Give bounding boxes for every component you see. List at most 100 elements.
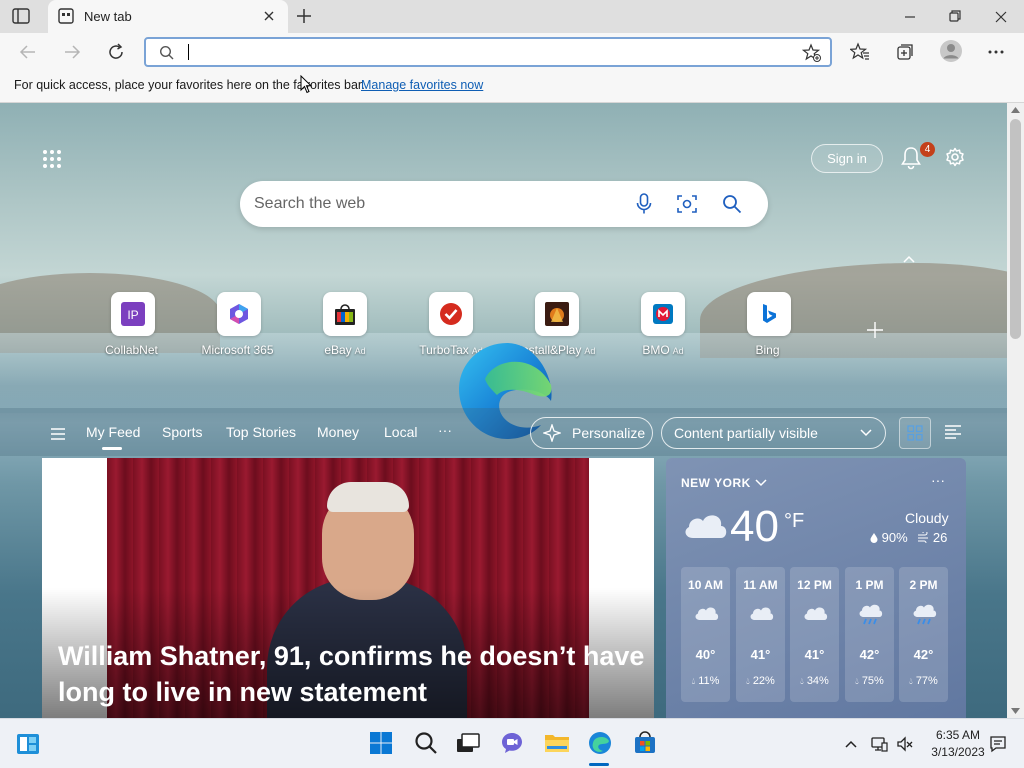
ad-label: Ad xyxy=(584,346,596,356)
bmo-icon xyxy=(653,304,673,324)
collabnet-tile: IP xyxy=(111,292,155,336)
widgets-icon[interactable] xyxy=(16,733,40,755)
personalize-button[interactable]: Personalize xyxy=(530,417,653,449)
hero-headline[interactable]: William Shatner, 91, confirms he doesn’t… xyxy=(58,638,648,710)
close-tab-icon[interactable] xyxy=(263,10,275,22)
taskbar-search-icon[interactable] xyxy=(414,731,438,755)
restore-icon[interactable] xyxy=(945,8,965,26)
visual-search-icon[interactable] xyxy=(677,194,697,214)
search-submit-icon[interactable] xyxy=(722,194,742,214)
start-windows-icon[interactable] xyxy=(369,731,393,755)
forecast-temp: 42° xyxy=(859,647,880,662)
settings-more-icon[interactable] xyxy=(986,42,1006,62)
forecast-precip: 💧︎ 75% xyxy=(845,675,894,687)
back-icon[interactable] xyxy=(18,42,38,62)
hourly-forecast-item[interactable]: 11 AM 41° 💧︎ 22% xyxy=(736,567,785,702)
humidity-value: 90% xyxy=(881,530,908,545)
svg-text:IP: IP xyxy=(127,308,138,322)
manage-favorites-link[interactable]: Manage favorites now xyxy=(361,78,483,92)
notification-center-icon[interactable] xyxy=(989,735,1007,753)
more-tabs-icon[interactable]: ··· xyxy=(438,422,452,438)
weather-unit[interactable]: °F xyxy=(784,510,804,533)
weather-details: 90% 26 xyxy=(870,530,947,545)
page-scrollbar[interactable] xyxy=(1007,103,1024,718)
forecast-precip: 💧︎ 11% xyxy=(681,675,730,687)
forecast-time: 10 AM xyxy=(688,578,723,592)
task-view-icon[interactable] xyxy=(455,731,481,755)
cloud-icon xyxy=(748,604,774,622)
minimize-icon[interactable] xyxy=(900,8,920,26)
hero-news-card[interactable]: William Shatner, 91, confirms he doesn’t… xyxy=(42,458,654,718)
grid-layout-button[interactable] xyxy=(899,417,931,449)
forecast-temp: 42° xyxy=(913,647,934,662)
microsoft-store-icon[interactable] xyxy=(633,731,657,755)
tab-sports[interactable]: Sports xyxy=(162,424,202,440)
forecast-temp: 41° xyxy=(804,647,825,662)
collapse-chevron-up-icon[interactable] xyxy=(902,254,916,264)
list-layout-icon[interactable] xyxy=(944,425,962,439)
raindrop-icon: 💧︎ xyxy=(691,676,696,686)
clock-date[interactable]: 3/13/2023 xyxy=(925,745,991,759)
forward-icon[interactable] xyxy=(62,42,82,62)
favorites-icon[interactable] xyxy=(850,42,870,62)
hourly-forecast-item[interactable]: 2 PM 42° 💧︎ 77% xyxy=(899,567,948,702)
feed-navigation: My Feed Sports Top Stories Money Local ·… xyxy=(0,408,1007,456)
precip-value: 77% xyxy=(915,675,938,687)
quick-link-microsoft-365[interactable]: Microsoft 365 xyxy=(186,292,292,362)
network-icon[interactable] xyxy=(870,735,888,753)
web-search-box[interactable] xyxy=(240,181,768,227)
clock-time[interactable]: 6:35 AM xyxy=(925,728,991,742)
microsoft-365-icon xyxy=(230,304,248,324)
quick-link-bmo[interactable]: BMO Ad xyxy=(610,292,716,362)
quick-link-bing[interactable]: Bing xyxy=(716,292,822,362)
collabnet-icon: IP xyxy=(121,302,145,326)
forecast-time: 11 AM xyxy=(743,578,778,592)
microphone-icon[interactable] xyxy=(635,193,653,215)
content-visibility-dropdown[interactable]: Content partially visible xyxy=(661,417,886,449)
hourly-forecast-item[interactable]: 1 PM 42° 💧︎ 75% xyxy=(845,567,894,702)
quick-link-label: Bing xyxy=(755,343,780,357)
page-settings-gear-icon[interactable] xyxy=(945,147,965,167)
tab-money[interactable]: Money xyxy=(317,424,359,440)
tab-top-stories[interactable]: Top Stories xyxy=(226,424,296,440)
weather-more-icon[interactable]: ··· xyxy=(931,472,945,488)
tab-new-tab[interactable]: New tab xyxy=(48,0,288,33)
scrollbar-thumb[interactable] xyxy=(1010,119,1021,339)
profile-avatar[interactable] xyxy=(939,39,963,63)
new-tab-icon[interactable] xyxy=(296,8,312,24)
forecast-precip: 💧︎ 77% xyxy=(899,675,948,687)
file-explorer-icon[interactable] xyxy=(544,731,570,755)
scroll-up-icon[interactable] xyxy=(1011,107,1020,113)
add-quick-link-icon[interactable] xyxy=(866,321,884,339)
hourly-forecast-item[interactable]: 10 AM 40° 💧︎ 11% xyxy=(681,567,730,702)
teams-chat-icon[interactable] xyxy=(500,731,524,755)
weather-card[interactable]: NEW YORK ··· 40 °F Cloudy 90% 26 10 AM 40… xyxy=(666,458,966,718)
chevron-down-icon xyxy=(859,428,873,438)
collections-icon[interactable] xyxy=(895,42,915,62)
scroll-down-icon[interactable] xyxy=(1011,708,1020,714)
tab-local[interactable]: Local xyxy=(384,424,417,440)
add-favorite-icon[interactable] xyxy=(802,43,822,63)
hourly-forecast-item[interactable]: 12 PM 41° 💧︎ 34% xyxy=(790,567,839,702)
forecast-temp: 40° xyxy=(695,647,716,662)
address-bar[interactable] xyxy=(144,37,832,67)
favorites-bar: For quick access, place your favorites h… xyxy=(0,71,1024,103)
chevron-down-icon[interactable] xyxy=(754,478,768,488)
sign-in-button[interactable]: Sign in xyxy=(811,144,883,173)
volume-muted-icon[interactable] xyxy=(896,735,914,753)
show-hidden-icons-chevron-icon[interactable] xyxy=(844,739,858,749)
notifications-bell-icon[interactable] xyxy=(900,146,922,170)
web-search-input[interactable] xyxy=(254,181,614,227)
quick-link-label: eBay xyxy=(324,343,352,357)
refresh-icon[interactable] xyxy=(106,42,126,62)
quick-link-ebay[interactable]: eBay Ad xyxy=(292,292,398,362)
tab-actions-icon[interactable] xyxy=(12,8,32,25)
close-window-icon[interactable] xyxy=(991,8,1011,26)
edge-taskbar-icon[interactable] xyxy=(588,731,612,755)
feed-menu-icon[interactable] xyxy=(50,428,66,440)
tab-title: New tab xyxy=(84,9,132,24)
tab-my-feed[interactable]: My Feed xyxy=(86,424,140,440)
quick-link-collabnet[interactable]: IP CollabNet xyxy=(80,292,186,362)
app-launcher-icon[interactable] xyxy=(42,149,62,169)
weather-city[interactable]: NEW YORK xyxy=(681,476,751,490)
